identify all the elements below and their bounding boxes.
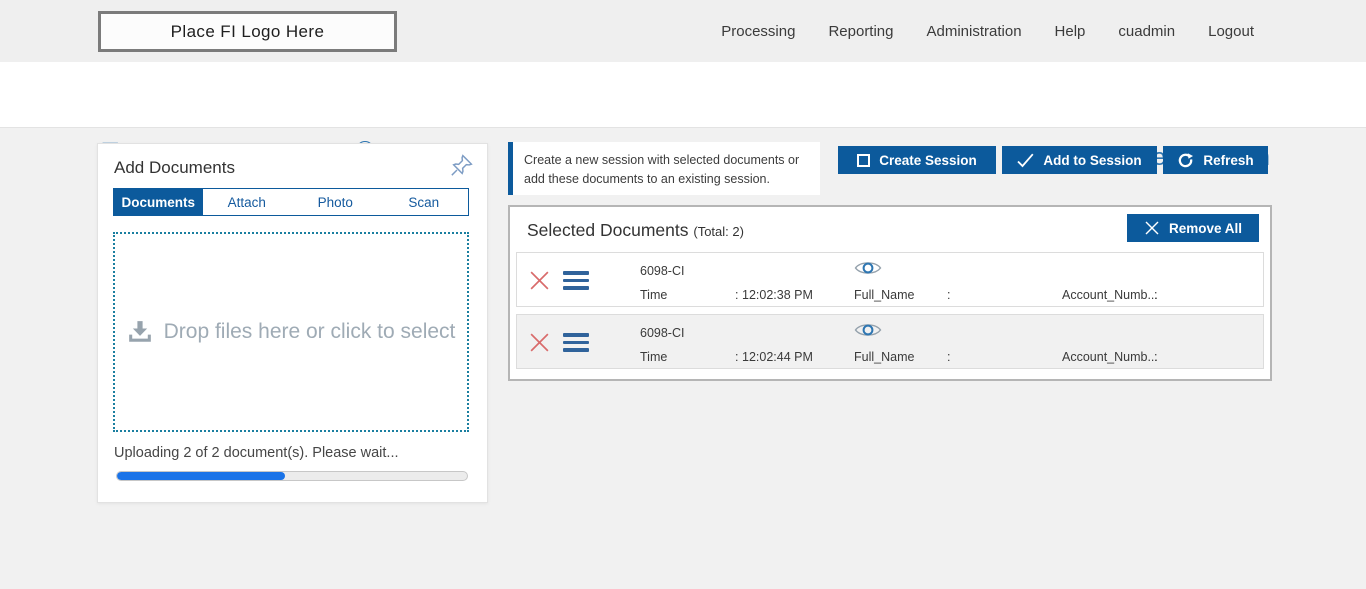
account-number-label: Account_Numb... xyxy=(1062,350,1158,364)
time-value: 12:02:44 PM xyxy=(742,350,813,364)
add-documents-title: Add Documents xyxy=(114,158,235,177)
full-name-label: Full_Name xyxy=(854,350,915,364)
file-dropzone[interactable]: Drop files here or click to select xyxy=(113,232,469,432)
document-row: 6098-CI Time : 12:02:38 PM Full_Name : A… xyxy=(516,252,1264,307)
upload-status-text: Uploading 2 of 2 document(s). Please wai… xyxy=(114,445,399,461)
session-actions: Create Session Add to Session Refresh xyxy=(838,146,1268,174)
account-number-label: Account_Numb... xyxy=(1062,288,1158,302)
create-session-label: Create Session xyxy=(879,152,977,168)
create-session-button[interactable]: Create Session xyxy=(838,146,996,174)
nav-reporting[interactable]: Reporting xyxy=(828,23,893,40)
tab-documents[interactable]: Documents xyxy=(114,189,203,215)
session-hint-message: Create a new session with selected docum… xyxy=(508,142,820,195)
tab-photo[interactable]: Photo xyxy=(291,189,380,215)
full-name-separator: : xyxy=(947,288,951,302)
dropzone-label: Drop files here or click to select xyxy=(163,320,456,343)
document-name: 6098-CI xyxy=(640,264,685,278)
document-name: 6098-CI xyxy=(640,326,685,340)
red-x-icon[interactable] xyxy=(528,331,551,354)
full-name-label: Full_Name xyxy=(854,288,915,302)
red-x-icon[interactable] xyxy=(528,269,551,292)
time-separator: : xyxy=(735,350,739,364)
square-icon xyxy=(857,153,871,167)
time-value: 12:02:38 PM xyxy=(742,288,813,302)
top-bar: Place FI Logo Here Processing Reporting … xyxy=(0,0,1366,62)
selected-documents-title: Selected Documents (Total: 2) xyxy=(527,220,744,241)
add-to-session-label: Add to Session xyxy=(1043,152,1142,168)
tab-scan[interactable]: Scan xyxy=(380,189,469,215)
add-documents-card: Add Documents Documents Attach Photo Sca… xyxy=(97,143,488,503)
account-number-separator: : xyxy=(1154,350,1158,364)
check-icon xyxy=(1017,153,1034,168)
selected-documents-title-text: Selected Documents xyxy=(527,220,689,240)
upload-progress-bar xyxy=(116,471,468,481)
pin-icon[interactable] xyxy=(448,152,475,179)
main-nav: Processing Reporting Administration Help… xyxy=(688,0,1366,62)
add-documents-tabs: Documents Attach Photo Scan xyxy=(113,188,469,216)
nav-user-cuadmin[interactable]: cuadmin xyxy=(1118,23,1175,40)
time-label: Time xyxy=(640,350,668,364)
nav-processing[interactable]: Processing xyxy=(721,23,795,40)
refresh-label: Refresh xyxy=(1203,152,1254,168)
x-icon xyxy=(1144,220,1160,236)
full-name-separator: : xyxy=(947,350,951,364)
remove-all-button[interactable]: Remove All xyxy=(1127,214,1259,242)
nav-logout[interactable]: Logout xyxy=(1208,23,1254,40)
document-row: 6098-CI Time : 12:02:44 PM Full_Name : A… xyxy=(516,314,1264,369)
page-header: Collected Documents i Kinective Sign xyxy=(0,62,1366,171)
account-number-separator: : xyxy=(1154,288,1158,302)
selected-documents-panel: Selected Documents (Total: 2) Remove All… xyxy=(508,205,1272,381)
refresh-icon xyxy=(1177,152,1194,169)
hamburger-icon[interactable] xyxy=(563,333,589,356)
time-separator: : xyxy=(735,288,739,302)
add-to-session-button[interactable]: Add to Session xyxy=(1002,146,1157,174)
eye-icon[interactable] xyxy=(854,259,882,277)
fi-logo-text: Place FI Logo Here xyxy=(170,21,325,41)
eye-icon[interactable] xyxy=(854,321,882,339)
download-icon xyxy=(127,320,153,344)
tab-attach[interactable]: Attach xyxy=(203,189,292,215)
upload-progress-fill xyxy=(117,472,285,480)
app-screen: Place FI Logo Here Processing Reporting … xyxy=(0,0,1366,589)
hamburger-icon[interactable] xyxy=(563,271,589,294)
refresh-button[interactable]: Refresh xyxy=(1163,146,1268,174)
remove-all-label: Remove All xyxy=(1168,220,1243,236)
nav-help[interactable]: Help xyxy=(1055,23,1086,40)
fi-logo-placeholder: Place FI Logo Here xyxy=(98,11,397,52)
selected-documents-total: (Total: 2) xyxy=(693,224,744,239)
nav-administration[interactable]: Administration xyxy=(927,23,1022,40)
time-label: Time xyxy=(640,288,668,302)
